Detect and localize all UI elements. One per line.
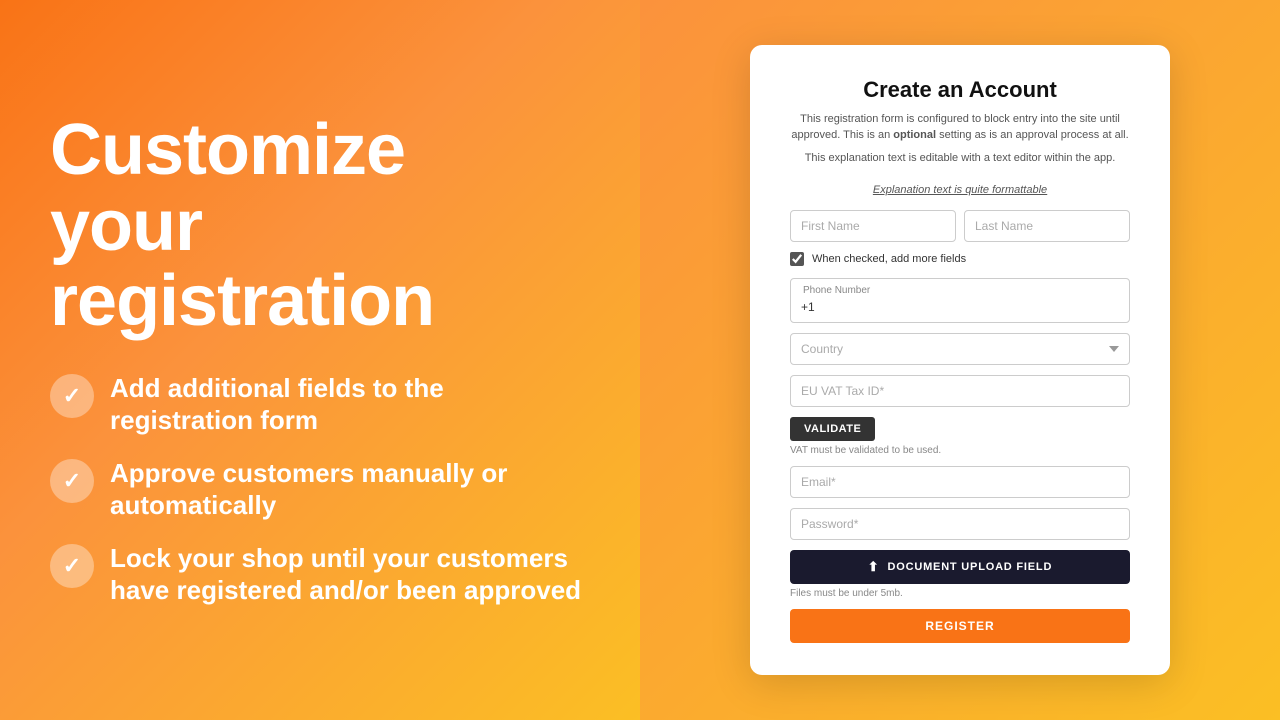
first-name-input[interactable] bbox=[790, 210, 956, 242]
register-button[interactable]: REGISTER bbox=[790, 609, 1130, 643]
add-fields-checkbox[interactable] bbox=[790, 252, 804, 266]
name-row bbox=[790, 210, 1130, 242]
email-input[interactable] bbox=[790, 466, 1130, 498]
formattable-word: formattable bbox=[992, 184, 1047, 196]
feature-item-3: ✓ Lock your shop until your customers ha… bbox=[50, 542, 590, 607]
form-editable-note: This explanation text is editable with a… bbox=[790, 150, 1130, 167]
password-input[interactable] bbox=[790, 508, 1130, 540]
files-note: Files must be under 5mb. bbox=[790, 588, 1130, 599]
vat-note: VAT must be validated to be used. bbox=[790, 445, 1130, 456]
feature-item-2: ✓ Approve customers manually or automati… bbox=[50, 457, 590, 522]
check-badge-1: ✓ bbox=[50, 374, 94, 418]
vat-input[interactable] bbox=[790, 375, 1130, 407]
form-formattable: Explanation text is quite formattable bbox=[790, 184, 1130, 196]
form-header: Create an Account This registration form… bbox=[790, 77, 1130, 167]
vat-row: VALIDATE VAT must be validated to be use… bbox=[790, 375, 1130, 456]
last-name-input[interactable] bbox=[964, 210, 1130, 242]
right-panel: Create an Account This registration form… bbox=[640, 0, 1280, 720]
subtitle-optional: optional bbox=[893, 129, 936, 141]
check-icon-2: ✓ bbox=[63, 468, 81, 494]
feature-item-1: ✓ Add additional fields to the registrat… bbox=[50, 372, 590, 437]
left-panel: Customizeyourregistration ✓ Add addition… bbox=[0, 0, 640, 720]
formattable-text: Explanation text is quite bbox=[873, 184, 992, 196]
check-badge-2: ✓ bbox=[50, 459, 94, 503]
country-select[interactable]: Country United States United Kingdom Ger… bbox=[790, 333, 1130, 365]
upload-icon: ⬆ bbox=[868, 559, 880, 575]
checkbox-row: When checked, add more fields bbox=[790, 252, 1130, 266]
subtitle-text-2: setting as is an approval process at all… bbox=[936, 129, 1129, 141]
check-badge-3: ✓ bbox=[50, 544, 94, 588]
checkbox-label: When checked, add more fields bbox=[812, 253, 966, 265]
upload-button[interactable]: ⬆ DOCUMENT UPLOAD FIELD bbox=[790, 550, 1130, 584]
feature-text-3: Lock your shop until your customers have… bbox=[110, 542, 590, 607]
phone-input[interactable] bbox=[801, 300, 1119, 314]
feature-text-2: Approve customers manually or automatica… bbox=[110, 457, 590, 522]
form-title: Create an Account bbox=[790, 77, 1130, 103]
check-icon-1: ✓ bbox=[63, 383, 81, 409]
phone-label: Phone Number bbox=[801, 285, 1119, 296]
upload-label: DOCUMENT UPLOAD FIELD bbox=[888, 561, 1053, 573]
form-card: Create an Account This registration form… bbox=[750, 45, 1170, 676]
features-list: ✓ Add additional fields to the registrat… bbox=[50, 372, 590, 607]
phone-group: Phone Number bbox=[790, 278, 1130, 323]
phone-input-wrapper: Phone Number bbox=[790, 278, 1130, 323]
check-icon-3: ✓ bbox=[63, 553, 81, 579]
validate-button[interactable]: VALIDATE bbox=[790, 417, 875, 441]
form-subtitle: This registration form is configured to … bbox=[790, 111, 1130, 144]
feature-text-1: Add additional fields to the registratio… bbox=[110, 372, 590, 437]
hero-title: Customizeyourregistration bbox=[50, 113, 590, 340]
